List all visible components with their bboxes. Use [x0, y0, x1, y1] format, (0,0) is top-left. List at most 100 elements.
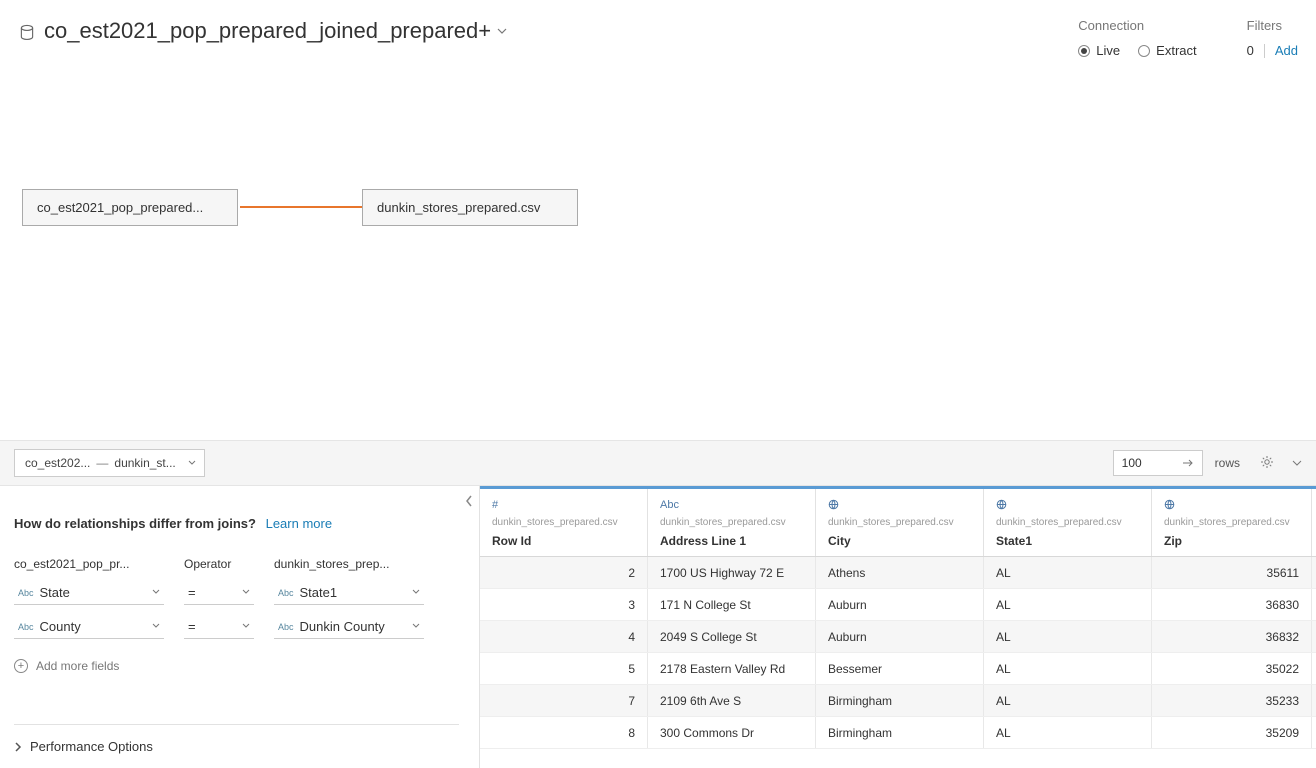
cell-state[interactable]: AL [984, 557, 1152, 588]
column-header-zip[interactable]: dunkin_stores_prepared.csv Zip [1152, 489, 1312, 556]
cell-rowid[interactable]: 7 [480, 685, 648, 716]
performance-options[interactable]: Performance Options [14, 724, 459, 754]
column-source: dunkin_stores_prepared.csv [492, 517, 635, 528]
canvas-table-right[interactable]: dunkin_stores_prepared.csv [362, 189, 578, 226]
rel-left-field-0[interactable]: Abc State [14, 581, 164, 605]
table-row[interactable]: 3171 N College StAuburnAL36830 [480, 589, 1316, 621]
rel-left-value: State [40, 585, 70, 600]
database-icon [18, 24, 36, 42]
plus-icon: + [14, 659, 28, 673]
cell-city[interactable]: Auburn [816, 589, 984, 620]
crumb-right: dunkin_st... [114, 456, 175, 470]
table-row[interactable]: 42049 S College StAuburnAL36832 [480, 621, 1316, 653]
type-icon [996, 499, 1139, 513]
chevron-down-icon [242, 623, 250, 628]
radio-selected-icon [1078, 45, 1090, 57]
type-icon [1164, 499, 1299, 513]
cell-city[interactable]: Auburn [816, 621, 984, 652]
row-count-input[interactable]: 100 [1113, 450, 1203, 476]
collapse-panel-button[interactable] [465, 494, 473, 510]
rel-right-field-1[interactable]: Abc Dunkin County [274, 615, 424, 639]
column-source: dunkin_stores_prepared.csv [1164, 517, 1299, 528]
rel-right-field-0[interactable]: Abc State1 [274, 581, 424, 605]
column-source: dunkin_stores_prepared.csv [996, 517, 1139, 528]
type-icon [828, 499, 971, 513]
filters-count: 0 [1247, 43, 1254, 58]
gear-icon[interactable] [1260, 455, 1274, 472]
arrow-right-icon[interactable] [1182, 456, 1194, 470]
cell-city[interactable]: Birmingham [816, 717, 984, 748]
column-source: dunkin_stores_prepared.csv [660, 517, 803, 528]
abc-icon: Abc [18, 622, 34, 632]
cell-zip[interactable]: 36830 [1152, 589, 1312, 620]
abc-icon: Abc [18, 588, 34, 598]
connection-live-radio[interactable]: Live [1078, 43, 1120, 58]
table-row[interactable]: 72109 6th Ave SBirminghamAL35233 [480, 685, 1316, 717]
cell-rowid[interactable]: 4 [480, 621, 648, 652]
datasource-menu-caret[interactable] [497, 28, 507, 34]
cell-addr[interactable]: 1700 US Highway 72 E [648, 557, 816, 588]
relationship-help-text: How do relationships differ from joins? [14, 516, 256, 531]
learn-more-link[interactable]: Learn more [266, 516, 332, 531]
abc-icon: Abc [278, 622, 294, 632]
cell-addr[interactable]: 2049 S College St [648, 621, 816, 652]
cell-city[interactable]: Athens [816, 557, 984, 588]
relationship-canvas[interactable]: co_est2021_pop_prepared... dunkin_stores… [0, 64, 1316, 440]
chevron-down-icon [188, 460, 196, 465]
cell-state[interactable]: AL [984, 621, 1152, 652]
table-row[interactable]: 8300 Commons DrBirminghamAL35209 [480, 717, 1316, 749]
datasource-title[interactable]: co_est2021_pop_prepared_joined_prepared+ [44, 18, 491, 44]
canvas-table-left[interactable]: co_est2021_pop_prepared... [22, 189, 238, 226]
options-caret[interactable] [1292, 460, 1302, 466]
cell-rowid[interactable]: 2 [480, 557, 648, 588]
add-more-fields-button[interactable]: + Add more fields [14, 659, 459, 673]
type-icon: Abc [660, 499, 803, 513]
rel-left-field-1[interactable]: Abc County [14, 615, 164, 639]
filters-add-link[interactable]: Add [1275, 43, 1298, 58]
column-header-rowid[interactable]: # dunkin_stores_prepared.csv Row Id [480, 489, 648, 556]
extract-label: Extract [1156, 43, 1196, 58]
filters-label: Filters [1247, 18, 1298, 33]
table-row[interactable]: 52178 Eastern Valley RdBessemerAL35022 [480, 653, 1316, 685]
data-grid[interactable]: # dunkin_stores_prepared.csv Row Id Abc … [480, 486, 1316, 768]
cell-state[interactable]: AL [984, 685, 1152, 716]
column-header-state[interactable]: dunkin_stores_prepared.csv State1 [984, 489, 1152, 556]
relationship-line[interactable] [240, 206, 362, 208]
connection-label: Connection [1078, 18, 1196, 33]
connection-extract-radio[interactable]: Extract [1138, 43, 1196, 58]
cell-zip[interactable]: 35233 [1152, 685, 1312, 716]
cell-rowid[interactable]: 3 [480, 589, 648, 620]
cell-city[interactable]: Bessemer [816, 653, 984, 684]
cell-rowid[interactable]: 5 [480, 653, 648, 684]
table-row[interactable]: 21700 US Highway 72 EAthensAL35611 [480, 557, 1316, 589]
cell-zip[interactable]: 35611 [1152, 557, 1312, 588]
cell-state[interactable]: AL [984, 653, 1152, 684]
cell-rowid[interactable]: 8 [480, 717, 648, 748]
cell-zip[interactable]: 35022 [1152, 653, 1312, 684]
divider-icon [1264, 44, 1265, 58]
add-more-label: Add more fields [36, 659, 119, 673]
rel-op-field-0[interactable]: = [184, 581, 254, 605]
cell-city[interactable]: Birmingham [816, 685, 984, 716]
cell-addr[interactable]: 171 N College St [648, 589, 816, 620]
cell-addr[interactable]: 300 Commons Dr [648, 717, 816, 748]
cell-zip[interactable]: 35209 [1152, 717, 1312, 748]
chevron-down-icon [412, 589, 420, 594]
column-header-city[interactable]: dunkin_stores_prepared.csv City [816, 489, 984, 556]
column-name: Row Id [492, 534, 531, 548]
cell-state[interactable]: AL [984, 589, 1152, 620]
rel-left-value: County [40, 619, 81, 634]
rel-op-value: = [188, 585, 196, 600]
relationship-breadcrumb[interactable]: co_est202... — dunkin_st... [14, 449, 205, 477]
column-source: dunkin_stores_prepared.csv [828, 517, 971, 528]
cell-addr[interactable]: 2178 Eastern Valley Rd [648, 653, 816, 684]
rel-left-header: co_est2021_pop_pr... [14, 557, 164, 571]
rel-op-field-1[interactable]: = [184, 615, 254, 639]
rel-right-value: Dunkin County [300, 619, 385, 634]
cell-state[interactable]: AL [984, 717, 1152, 748]
column-header-addr[interactable]: Abc dunkin_stores_prepared.csv Address L… [648, 489, 816, 556]
cell-addr[interactable]: 2109 6th Ave S [648, 685, 816, 716]
crumb-left: co_est202... [25, 456, 90, 470]
cell-zip[interactable]: 36832 [1152, 621, 1312, 652]
column-name: Address Line 1 [660, 534, 746, 548]
